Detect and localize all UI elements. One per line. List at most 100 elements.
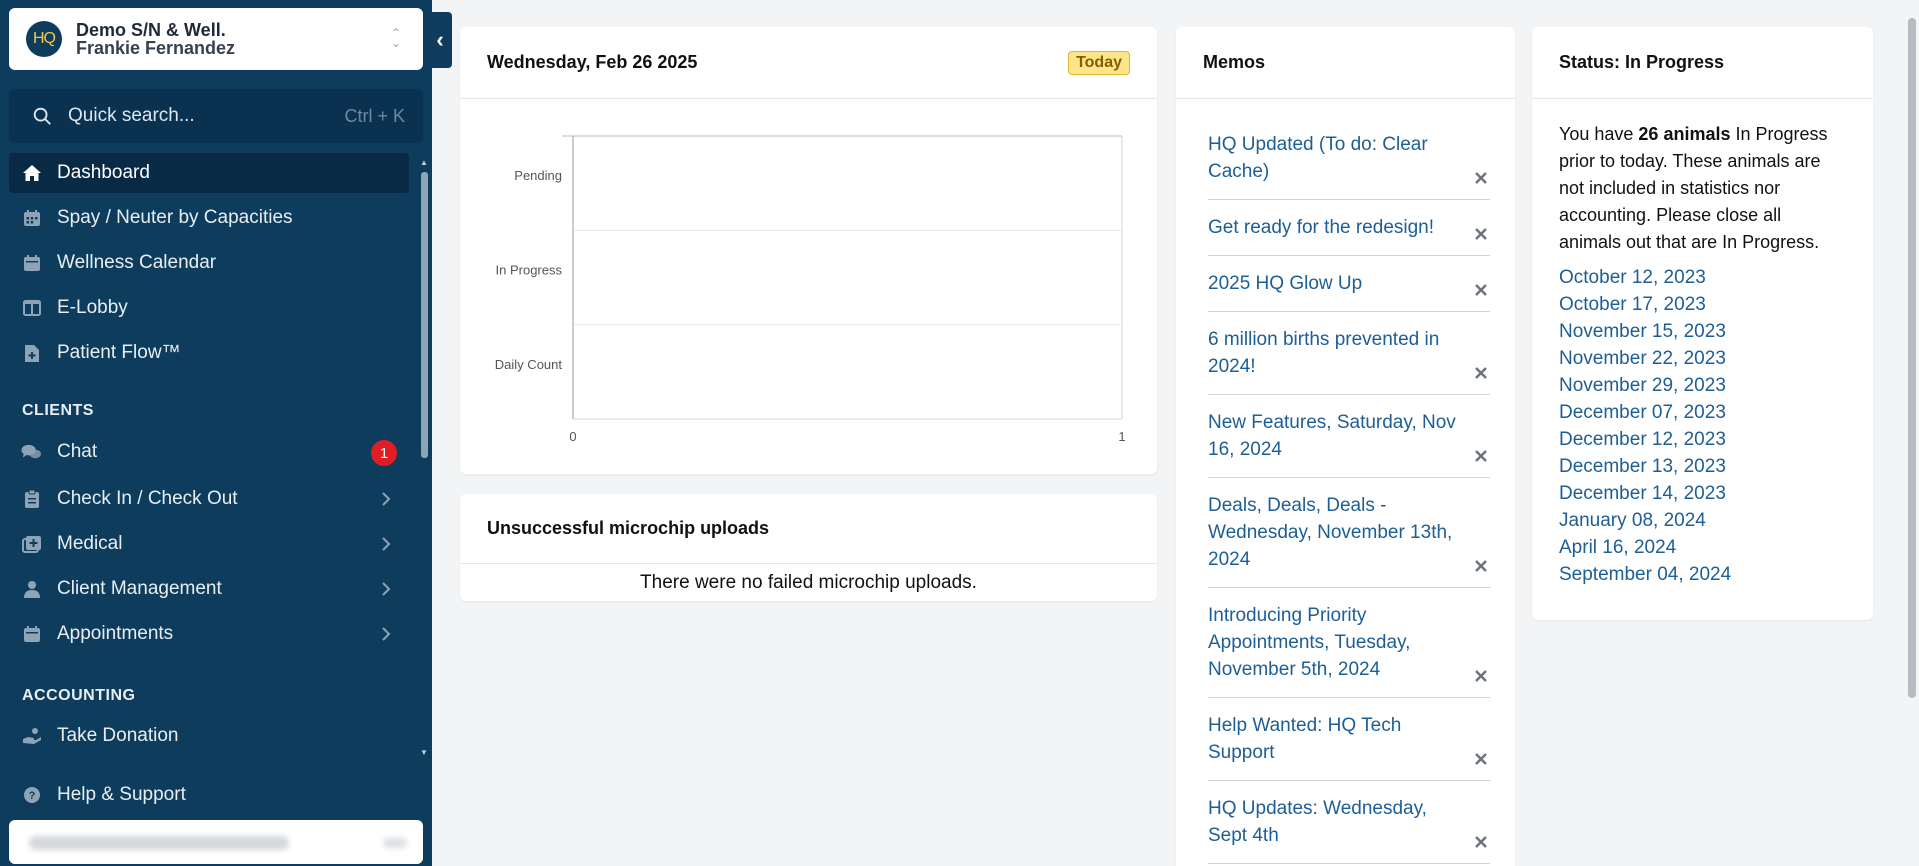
chevron-right-icon — [382, 627, 391, 641]
dismiss-memo-icon[interactable] — [1472, 281, 1490, 299]
sidebar-item-spay-neuter[interactable]: Spay / Neuter by Capacities — [9, 198, 409, 238]
daily-stats-card: Wednesday, Feb 26 2025 Today Pending In P… — [460, 27, 1157, 474]
memo-item: HQ Updated (To do: Clear Cache) — [1208, 117, 1490, 200]
columns-icon — [21, 298, 42, 319]
dismiss-memo-icon[interactable] — [1472, 750, 1490, 768]
dismiss-memo-icon[interactable] — [1472, 169, 1490, 187]
memo-link[interactable]: HQ Updated (To do: Clear Cache) — [1208, 134, 1428, 182]
sidebar-item-label: Wellness Calendar — [57, 252, 217, 273]
chevron-up-down-icon: ⌃ ⌄ — [390, 26, 401, 50]
sidebar-item-label: E-Lobby — [57, 297, 128, 318]
sidebar-item-label: Client Management — [57, 578, 222, 599]
sidebar-item-appointments[interactable]: Appointments — [9, 614, 409, 654]
sidebar-item-chat[interactable]: Chat 1 — [9, 432, 409, 472]
status-message: You have 26 animals In Progress prior to… — [1559, 121, 1846, 256]
sidebar-item-take-donation[interactable]: Take Donation — [9, 716, 409, 756]
daily-stats-date: Wednesday, Feb 26 2025 — [487, 52, 698, 72]
chevron-right-icon — [382, 582, 391, 596]
search-placeholder: Quick search... — [68, 105, 195, 126]
memo-list: HQ Updated (To do: Clear Cache) Get ready… — [1208, 117, 1490, 864]
chevron-left-icon: ‹ — [436, 27, 444, 52]
scroll-up-arrow-icon[interactable]: ▲ — [420, 158, 428, 167]
sidebar-item-e-lobby[interactable]: E-Lobby — [9, 288, 409, 328]
in-progress-date-link[interactable]: November 29, 2023 — [1559, 372, 1846, 399]
sidebar-scrollbar[interactable]: ▲ ▼ — [420, 158, 428, 758]
scroll-down-arrow-icon[interactable]: ▼ — [420, 748, 428, 757]
sidebar-item-medical[interactable]: Medical — [9, 524, 409, 564]
status-header: Status: In Progress — [1532, 27, 1873, 99]
in-progress-date-link[interactable]: November 22, 2023 — [1559, 345, 1846, 372]
in-progress-date-link[interactable]: December 12, 2023 — [1559, 426, 1846, 453]
sidebar-item-patient-flow[interactable]: Patient Flow™ — [9, 333, 409, 373]
memo-link[interactable]: HQ Updates: Wednesday, Sept 4th — [1208, 798, 1427, 846]
status-text-before: You have — [1559, 124, 1639, 144]
chart-x-tick-label: 1 — [1118, 429, 1125, 444]
memo-link[interactable]: Deals, Deals, Deals - Wednesday, Novembe… — [1208, 495, 1452, 570]
medical-icon — [21, 534, 42, 555]
org-logo: HQ — [26, 21, 62, 57]
status-in-progress-card: Status: In Progress You have 26 animals … — [1532, 27, 1873, 620]
memo-item: 2025 HQ Glow Up — [1208, 256, 1490, 312]
org-user-name: Frankie Fernandez — [76, 38, 236, 58]
memo-item: Introducing Priority Appointments, Tuesd… — [1208, 588, 1490, 698]
status-date-list: October 12, 2023 October 17, 2023 November… — [1559, 264, 1846, 588]
in-progress-date-link[interactable]: January 08, 2024 — [1559, 507, 1846, 534]
chart-category-label: Pending — [514, 168, 562, 183]
org-switcher[interactable]: HQ Demo S/N & Well. Frankie Fernandez ⌃ ⌄ — [9, 8, 423, 70]
sidebar-item-check-in-out[interactable]: Check In / Check Out — [9, 479, 409, 519]
today-badge: Today — [1068, 51, 1130, 75]
file-plus-icon — [21, 343, 42, 364]
memo-link[interactable]: New Features, Saturday, Nov 16, 2024 — [1208, 412, 1456, 460]
dismiss-memo-icon[interactable] — [1472, 364, 1490, 382]
sidebar-item-wellness-calendar[interactable]: Wellness Calendar — [9, 243, 409, 283]
donation-hand-icon — [21, 726, 42, 747]
microchip-uploads-card: Unsuccessful microchip uploads There wer… — [460, 494, 1157, 601]
sidebar-scroll-thumb[interactable] — [421, 172, 428, 458]
memo-link[interactable]: 2025 HQ Glow Up — [1208, 273, 1362, 294]
in-progress-date-link[interactable]: December 07, 2023 — [1559, 399, 1846, 426]
in-progress-date-link[interactable]: November 15, 2023 — [1559, 318, 1846, 345]
memo-item: HQ Updates: Wednesday, Sept 4th — [1208, 781, 1490, 864]
sidebar-item-label: Appointments — [57, 623, 174, 644]
in-progress-date-link[interactable]: December 14, 2023 — [1559, 480, 1846, 507]
user-account-card[interactable] — [9, 820, 423, 864]
sidebar-item-help-support[interactable]: ? Help & Support — [9, 775, 409, 815]
dismiss-memo-icon[interactable] — [1472, 225, 1490, 243]
svg-text:?: ? — [28, 790, 35, 802]
dismiss-memo-icon[interactable] — [1472, 557, 1490, 575]
daily-stats-chart: Pending In Progress Daily Count 0 1 — [495, 135, 1126, 444]
collapse-sidebar-button[interactable]: ‹ — [428, 12, 452, 68]
in-progress-date-link[interactable]: October 12, 2023 — [1559, 264, 1846, 291]
page-scroll-thumb[interactable] — [1908, 18, 1916, 698]
sidebar-item-label: Patient Flow™ — [57, 342, 181, 363]
in-progress-date-link[interactable]: September 04, 2024 — [1559, 561, 1846, 588]
chart-category-label: In Progress — [496, 263, 563, 278]
redacted-icon — [383, 838, 407, 848]
clipboard-icon — [21, 489, 42, 510]
page-scrollbar[interactable] — [1905, 0, 1919, 866]
home-icon — [21, 163, 42, 184]
help-circle-icon: ? — [21, 785, 42, 806]
dismiss-memo-icon[interactable] — [1472, 447, 1490, 465]
memo-link[interactable]: Help Wanted: HQ Tech Support — [1208, 715, 1401, 763]
memo-link[interactable]: Get ready for the redesign! — [1208, 217, 1434, 238]
search-icon — [33, 107, 51, 125]
status-title: Status: In Progress — [1559, 52, 1725, 72]
chat-unread-badge: 1 — [371, 440, 397, 466]
memo-link[interactable]: 6 million births prevented in 2024! — [1208, 329, 1439, 377]
in-progress-date-link[interactable]: April 16, 2024 — [1559, 534, 1846, 561]
dismiss-memo-icon[interactable] — [1472, 667, 1490, 685]
sidebar-item-client-management[interactable]: Client Management — [9, 569, 409, 609]
dismiss-memo-icon[interactable] — [1472, 833, 1490, 851]
status-animal-count: 26 animals — [1638, 124, 1731, 144]
microchip-uploads-title: Unsuccessful microchip uploads — [487, 518, 770, 538]
in-progress-date-link[interactable]: December 13, 2023 — [1559, 453, 1846, 480]
status-body: You have 26 animals In Progress prior to… — [1532, 99, 1873, 588]
in-progress-date-link[interactable]: October 17, 2023 — [1559, 291, 1846, 318]
quick-search[interactable]: Quick search... Ctrl + K — [9, 89, 423, 143]
section-clients: CLIENTS — [22, 402, 94, 419]
memo-item: Help Wanted: HQ Tech Support — [1208, 698, 1490, 781]
sidebar-item-dashboard[interactable]: Dashboard — [9, 153, 409, 193]
memo-link[interactable]: Introducing Priority Appointments, Tuesd… — [1208, 605, 1410, 680]
daily-stats-header: Wednesday, Feb 26 2025 Today — [460, 27, 1157, 99]
